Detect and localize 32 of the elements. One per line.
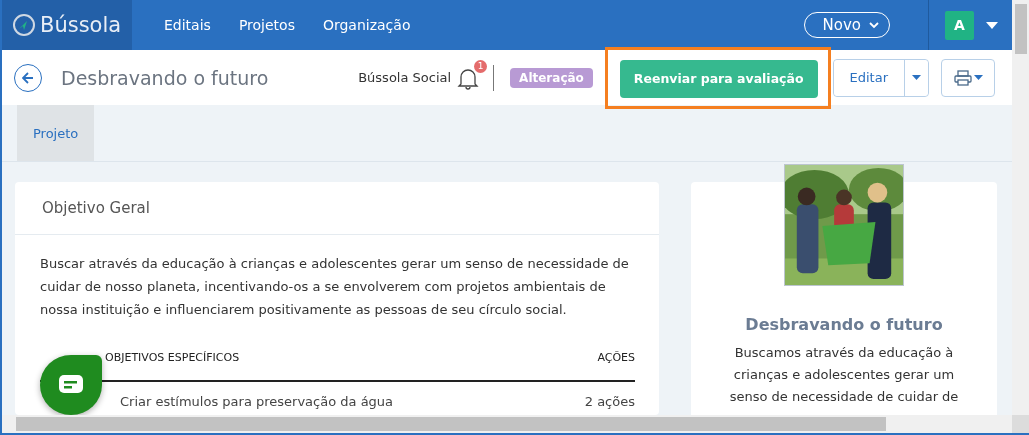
caret-icon (912, 75, 921, 80)
vertical-scrollbar[interactable] (1012, 0, 1029, 415)
back-button[interactable] (14, 63, 42, 92)
tab[interactable]: Projeto (17, 105, 95, 161)
nav-link[interactable]: Projetos (238, 17, 295, 33)
scrollbar-corner (1012, 415, 1029, 433)
column-header: OBJETIVOS ESPECÍFICOS (105, 351, 240, 364)
nav-link[interactable]: Editais (164, 17, 211, 33)
column-header: AÇÕES (597, 351, 635, 364)
chevron-down-icon (869, 21, 879, 29)
chat-icon (59, 375, 83, 395)
page-title: Desbravando o futuro (61, 66, 269, 89)
status-tag: Alteração (510, 67, 593, 88)
objective-text: Buscar através da educação à crianças e adolescentes gerar um senso de necessidade de cuidar de nosso planeta, incentivando-os a se envolverem com projetos ambientais de nossa instituição e influenciarem positivamente as pessoas de seu círculo social. (40, 255, 630, 319)
caret-icon (973, 75, 983, 80)
printer-icon (953, 69, 972, 86)
print-button[interactable] (941, 58, 995, 97)
brand-name: Bússola (40, 13, 122, 37)
dropdown-button[interactable] (904, 59, 928, 96)
project-title: Desbravando o futuro (745, 315, 943, 334)
horizontal-scrollbar[interactable] (2, 415, 1012, 433)
compass-logo-icon (12, 13, 36, 37)
actions-count: 2 ações (584, 393, 635, 409)
nav-link[interactable]: Organização (322, 17, 411, 33)
arrow-left-icon (22, 71, 34, 84)
organization-name: Bússola Social (358, 70, 452, 85)
project-description: Buscamos através da educação à crianças e adolescentes gerar um senso de necessidade de cuidar de (728, 344, 960, 406)
objective-item: Criar estímulos para preservação da água (120, 393, 394, 409)
notification-count: 1 (474, 59, 488, 73)
card-title: Objetivo Geral (42, 199, 150, 217)
user-avatar[interactable]: A (945, 10, 974, 40)
caret-icon[interactable] (986, 21, 998, 29)
